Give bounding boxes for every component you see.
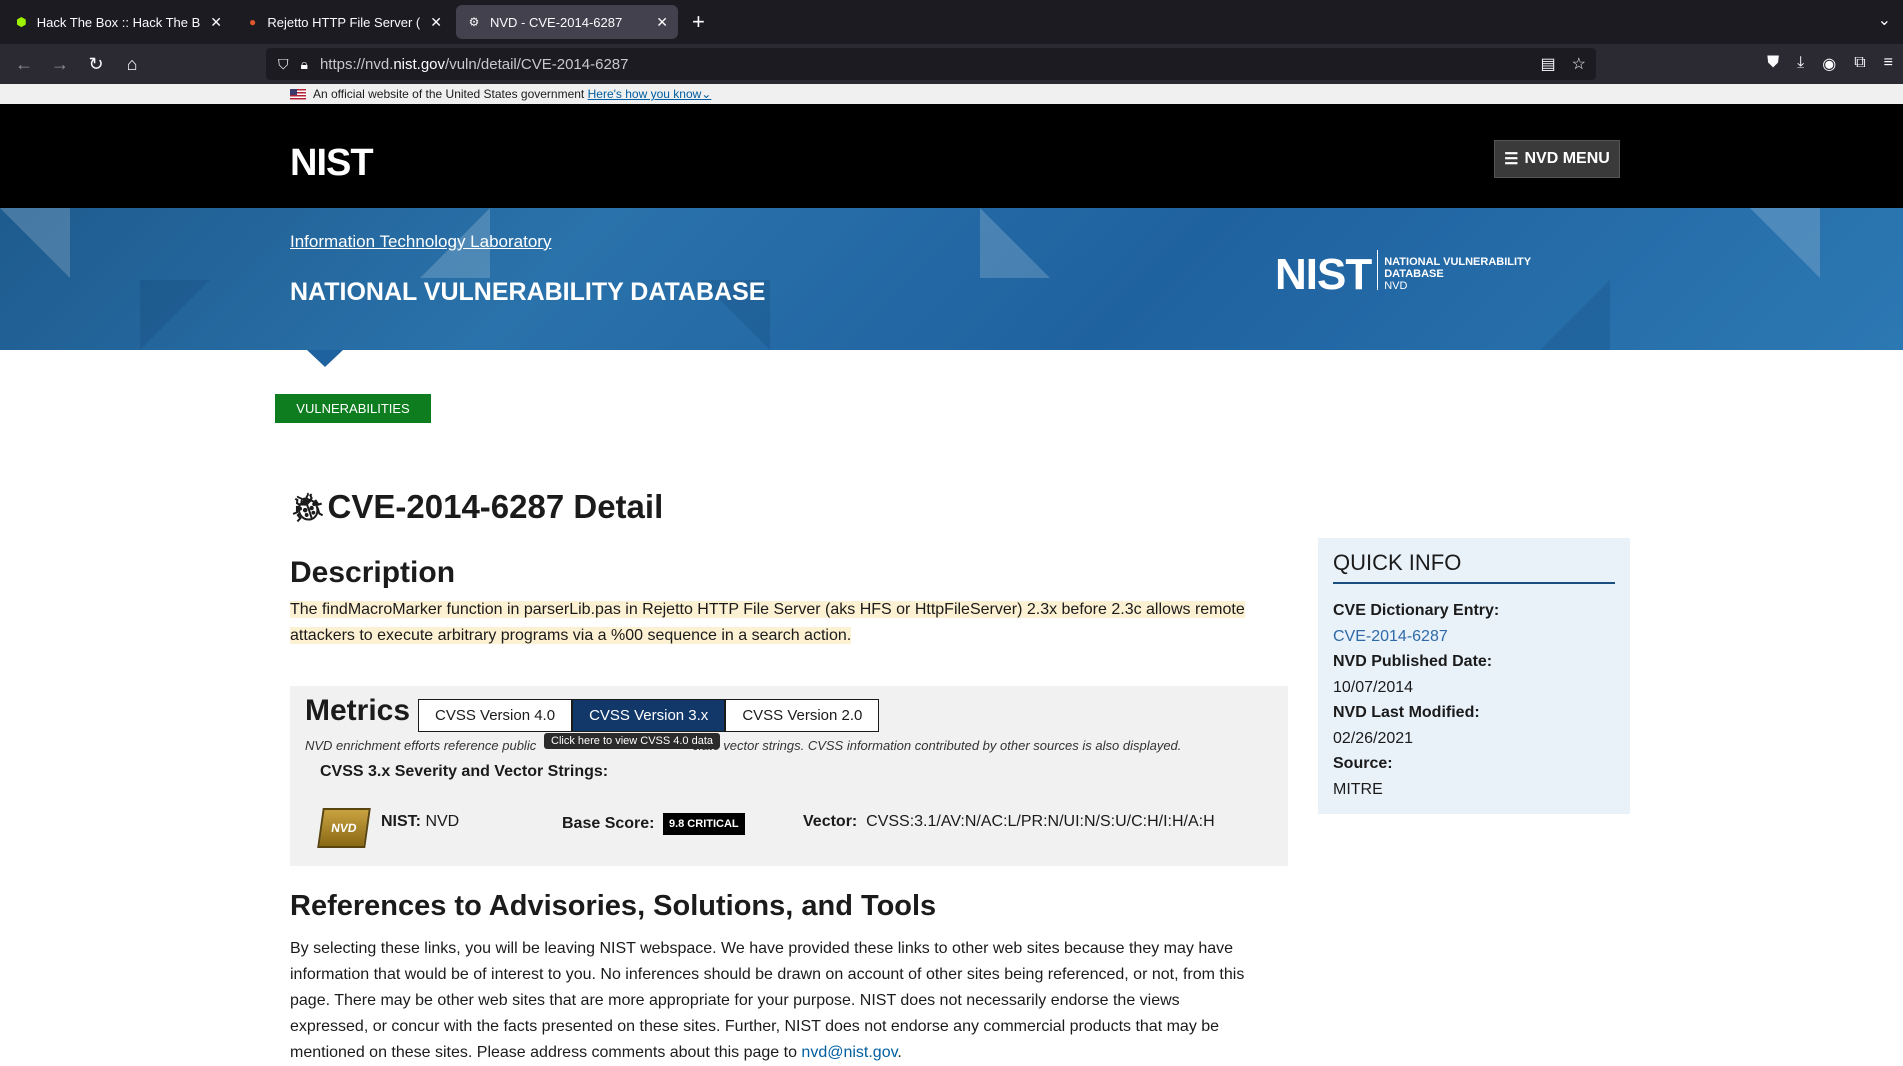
back-icon[interactable]: ← [6,54,42,75]
source-label: Source: [1333,755,1393,772]
nvd-menu-button[interactable]: ☰ NVD MENU [1494,140,1620,178]
nvd-email-link[interactable]: nvd@nist.gov [801,1044,897,1061]
quick-info-panel: QUICK INFO CVE Dictionary Entry: CVE-201… [1318,538,1630,814]
pocket-icon[interactable]: ⛊ [1767,54,1779,74]
extensions-icon[interactable]: ⧉ [1854,54,1865,74]
lock-icon[interactable]: 🔒︎ [301,56,308,73]
chevron-down-icon[interactable]: ⌄ [1878,10,1891,30]
browser-tab-bar: ⬢ Hack The Box :: Hack The Box ✕ ● Rejet… [0,0,1903,44]
dict-entry-link[interactable]: CVE-2014-6287 [1333,624,1499,650]
tab-cvss-4-0[interactable]: CVSS Version 4.0 [418,699,573,732]
reader-view-icon[interactable]: ▤ [1541,54,1556,74]
heres-how-you-know-link[interactable]: Here's how you know [588,87,702,101]
bug-icon: 🐞︎ [290,491,326,523]
severity-heading: CVSS 3.x Severity and Vector Strings: [320,763,609,780]
hamburger-icon: ☰ [1504,151,1519,168]
site-header: NIST ☰ NVD MENU [0,104,1903,208]
published-label: NVD Published Date: [1333,653,1493,670]
tab-nvd[interactable]: ⚙ NVD - CVE-2014-6287 ✕ [456,5,678,39]
references-heading: References to Advisories, Solutions, and… [290,890,937,922]
account-icon[interactable]: ◉ [1822,54,1836,74]
references-text: By selecting these links, you will be le… [290,940,1245,1061]
description-text: The findMacroMarker function in parserLi… [290,601,1245,644]
new-tab-icon[interactable]: + [692,9,705,35]
nvd-banner: Information Technology Laboratory NATION… [0,208,1903,350]
itl-link[interactable]: Information Technology Laboratory [290,232,551,252]
banner-pattern [0,208,70,278]
quick-info-title: QUICK INFO [1333,550,1615,584]
url-text[interactable]: https://nvd.nist.gov/vuln/detail/CVE-201… [320,56,629,73]
vector-row: Vector: CVSS:3.1/AV:N/AC:L/PR:N/UI:N/S:U… [803,813,1215,830]
close-tab-icon[interactable]: ✕ [656,14,668,31]
nvd-badge-icon: NVD [317,808,371,848]
close-tab-icon[interactable]: ✕ [210,14,222,31]
us-flag-icon [290,89,306,100]
banner-pointer [307,350,343,367]
tab-cvss-3-x[interactable]: CVSS Version 3.x [572,699,726,732]
nvd-icon: ⚙ [468,15,480,29]
banner-pattern [1750,208,1820,278]
htb-cube-icon: ⬢ [16,15,27,29]
base-score-row: Base Score: 9.8 CRITICAL [562,813,745,835]
cvss-version-tabs: CVSS Version 4.0 CVSS Version 3.x CVSS V… [418,699,880,732]
quick-info-list: CVE Dictionary Entry: CVE-2014-6287 NVD … [1333,598,1499,802]
modified-label: NVD Last Modified: [1333,704,1480,721]
tab-rejetto[interactable]: ● Rejetto HTTP File Server (HFS) ✕ [236,5,452,39]
menu-icon[interactable]: ≡ [1884,54,1893,74]
modified-value: 02/26/2021 [1333,729,1414,747]
browser-nav-bar: ← → ↻ ⌂ ⛉ 🔒︎ https://nvd.nist.gov/vuln/d… [0,44,1903,84]
metrics-heading: Metrics [305,694,411,727]
vector-string: CVSS:3.1/AV:N/AC:L/PR:N/UI:N/S:U/C:H/I:H… [866,813,1215,830]
download-icon[interactable]: ⤓ [1797,54,1804,74]
home-icon[interactable]: ⌂ [114,54,150,75]
gov-banner: An official website of the United States… [0,84,1903,104]
gov-banner-text: An official website of the United States… [313,87,585,101]
banner-pattern [1540,280,1610,350]
dict-entry-label: CVE Dictionary Entry: [1333,602,1500,619]
banner-pattern [980,208,1050,278]
forward-icon[interactable]: → [42,54,78,75]
nist-logo[interactable]: NIST [290,142,374,185]
critical-score-badge[interactable]: 9.8 CRITICAL [662,813,745,835]
shield-icon[interactable]: ⛉ [278,56,289,73]
banner-pattern [140,280,210,350]
bookmark-star-icon[interactable]: ☆ [1572,54,1586,74]
nvd-menu-label: NVD MENU [1524,150,1610,167]
reload-icon[interactable]: ↻ [78,54,114,75]
nvd-title[interactable]: NATIONAL VULNERABILITY DATABASE [290,278,765,307]
metrics-panel: Metrics CVSS Version 4.0 CVSS Version 3.… [290,686,1288,866]
chevron-down-icon[interactable]: ⌄ [701,87,711,101]
cna-row: NIST: NVD [381,813,460,830]
nist-nvd-logo[interactable]: NIST NATIONAL VULNERABILITY DATABASE NVD [1275,250,1531,300]
cve-title: CVE-2014-6287 Detail [327,488,664,525]
metrics-note: NVD enrichment efforts reference public c… [305,738,1182,753]
source-value: MITRE [1333,780,1383,798]
tab-title: Rejetto HTTP File Server (HFS) [267,14,421,30]
tab-title: Hack The Box :: Hack The Box [36,14,201,30]
tab-hack-the-box[interactable]: ⬢ Hack The Box :: Hack The Box ✕ [4,5,232,39]
description-heading: Description [290,556,456,589]
published-value: 10/07/2014 [1333,678,1414,696]
tab-title: NVD - CVE-2014-6287 [490,14,623,30]
tab-cvss-2-0[interactable]: CVSS Version 2.0 [725,699,880,732]
vulnerabilities-breadcrumb-button[interactable]: VULNERABILITIES [275,394,431,423]
url-bar[interactable]: ⛉ 🔒︎ https://nvd.nist.gov/vuln/detail/CV… [266,48,1596,80]
page-title: 🐞︎ CVE-2014-6287 Detail [290,488,663,526]
rejetto-icon: ● [249,15,257,29]
cvss-4-tooltip: Click here to view CVSS 4.0 data [544,733,721,749]
close-tab-icon[interactable]: ✕ [430,14,442,31]
